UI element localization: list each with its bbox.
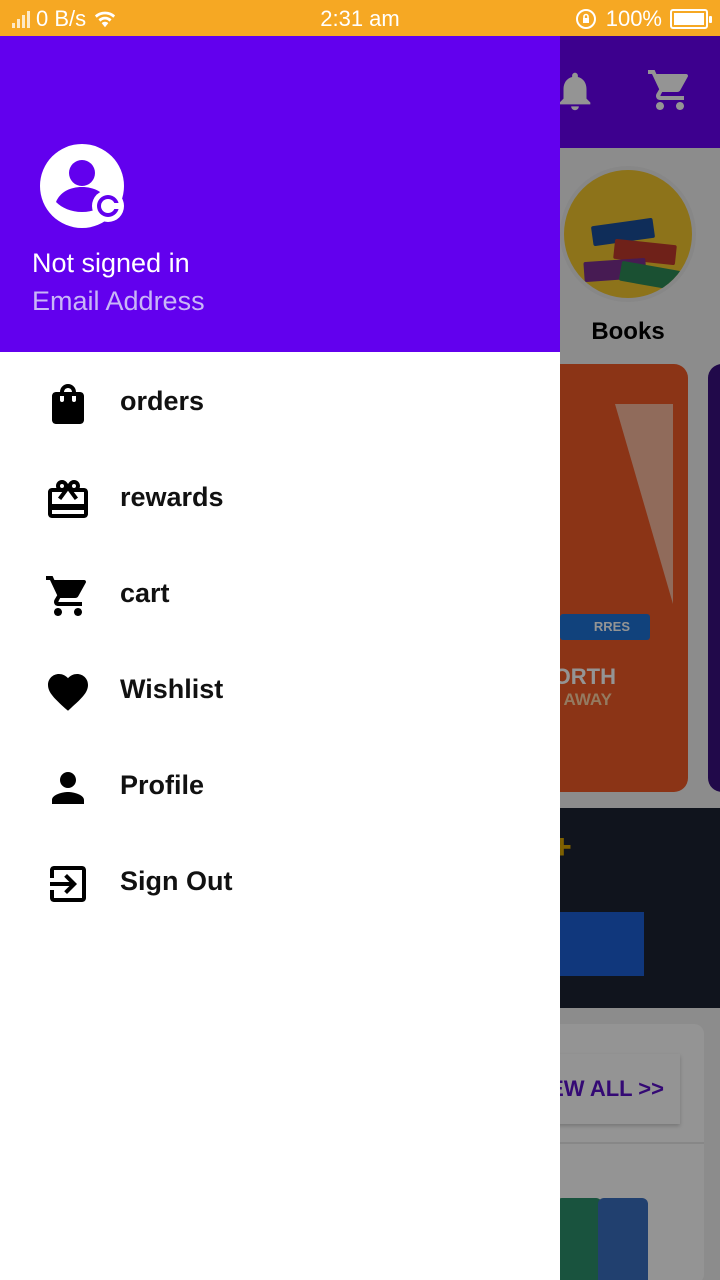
- drawer-menu: orders rewards cart Wishlist Profile Sig…: [0, 352, 560, 928]
- rotation-lock-icon: [575, 9, 596, 29]
- gift-card-icon: [48, 480, 88, 518]
- menu-label: rewards: [120, 482, 224, 512]
- menu-label: Wishlist: [120, 674, 224, 704]
- menu-item-rewards[interactable]: rewards: [0, 448, 560, 544]
- menu-label: cart: [120, 578, 170, 608]
- user-email: Email Address: [32, 286, 205, 316]
- status-bar: 0 B/s 2:31 am 100%: [0, 0, 720, 36]
- account-avatar-icon[interactable]: [40, 144, 126, 230]
- navigation-drawer: Not signed in Email Address orders rewar…: [0, 36, 560, 1280]
- menu-label: Profile: [120, 770, 205, 800]
- battery-icon: [670, 9, 712, 29]
- drawer-header: Not signed in Email Address: [0, 36, 560, 352]
- exit-icon: [50, 866, 86, 902]
- menu-item-orders[interactable]: orders: [0, 352, 560, 448]
- status-right: 100%: [574, 6, 712, 32]
- menu-label: orders: [120, 386, 205, 416]
- menu-label: Sign Out: [120, 866, 233, 896]
- cart-icon: [46, 576, 86, 616]
- shopping-bag-icon: [52, 384, 84, 424]
- battery-percent: 100%: [605, 6, 662, 31]
- person-icon: [52, 772, 84, 804]
- heart-icon: [48, 674, 88, 711]
- menu-item-profile[interactable]: Profile: [0, 736, 560, 832]
- menu-item-wishlist[interactable]: Wishlist: [0, 640, 560, 736]
- user-name: Not signed in: [32, 248, 190, 278]
- menu-item-sign-out[interactable]: Sign Out: [0, 832, 560, 928]
- menu-item-cart[interactable]: cart: [0, 544, 560, 640]
